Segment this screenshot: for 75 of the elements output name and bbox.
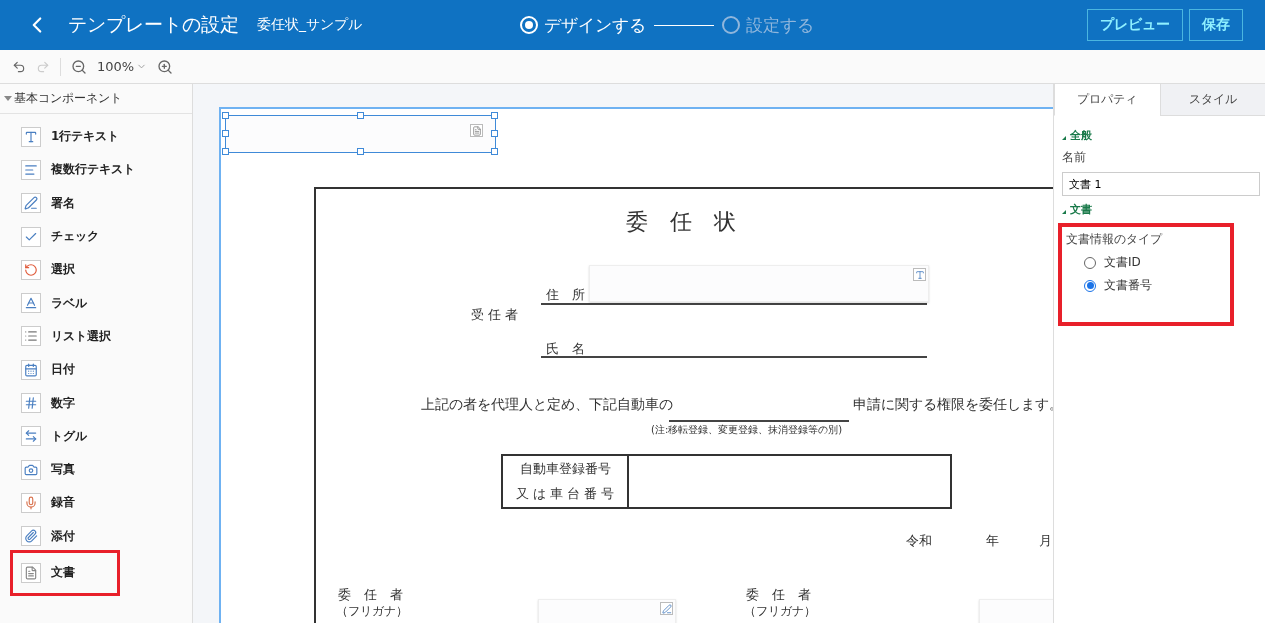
letter-icon xyxy=(21,293,41,314)
name-label: 氏 名 xyxy=(546,340,585,358)
number-icon xyxy=(21,393,41,413)
list-icon xyxy=(21,326,41,347)
pen-icon xyxy=(660,602,673,615)
document-icon xyxy=(21,562,41,583)
component-item[interactable]: 日付 xyxy=(10,353,160,387)
component-item[interactable]: チェック xyxy=(10,219,160,254)
component-item[interactable]: 複数行テキスト xyxy=(10,153,160,187)
checkmark-icon xyxy=(21,226,41,247)
zoom-out-icon[interactable] xyxy=(71,58,87,75)
component-item[interactable]: 署名 xyxy=(10,186,160,220)
component-item[interactable]: 録音 xyxy=(10,486,160,520)
component-item[interactable]: 1行テキスト xyxy=(10,120,160,154)
undo-icon[interactable] xyxy=(12,59,26,74)
radio-option[interactable]: 文書ID xyxy=(1066,254,1222,271)
authorization-text: 申請に関する権限を委任します。 xyxy=(853,396,1053,414)
component-item[interactable]: リスト選択 xyxy=(10,319,160,354)
microphone-icon xyxy=(21,492,41,513)
selected-document-field[interactable] xyxy=(225,115,496,153)
resize-handle[interactable] xyxy=(222,148,229,155)
page-title: テンプレートの設定 xyxy=(68,12,239,37)
panel-tab[interactable]: スタイル xyxy=(1159,84,1265,116)
component-item[interactable]: トグル xyxy=(10,419,160,453)
field-label: 文書情報のタイプ xyxy=(1066,231,1164,248)
resize-handle[interactable] xyxy=(356,148,364,155)
section-header[interactable]: 基本コンポーネント xyxy=(0,84,192,114)
form-field[interactable] xyxy=(589,265,929,302)
arrows-icon xyxy=(21,426,41,447)
component-item[interactable]: 文書 xyxy=(10,549,120,596)
camera-icon xyxy=(21,459,41,480)
resize-handle[interactable] xyxy=(222,130,229,137)
zoom-in-icon[interactable] xyxy=(157,58,174,75)
date-label: 年 xyxy=(986,532,999,550)
component-item[interactable]: 選択 xyxy=(10,253,160,287)
resize-handle[interactable] xyxy=(356,112,364,119)
calendar-icon xyxy=(21,359,41,380)
multiline-text-icon xyxy=(21,159,41,180)
component-item[interactable]: 写真 xyxy=(10,452,160,487)
furigana-label: （フリガナ） xyxy=(744,603,816,620)
date-label: 令和 xyxy=(906,532,932,550)
principal-label: 委 任 者 xyxy=(746,586,811,604)
resize-handle[interactable] xyxy=(222,112,229,119)
document-name: 委任状_サンプル xyxy=(257,16,362,34)
resize-handle[interactable] xyxy=(491,148,498,155)
radio-option[interactable]: 文書番号 xyxy=(1066,277,1222,294)
form-field[interactable] xyxy=(538,599,676,623)
section-header[interactable]: 文書 xyxy=(1062,202,1257,217)
furigana-label: （フリガナ） xyxy=(336,603,408,620)
principal-label: 委 任 者 xyxy=(338,586,403,604)
resize-handle[interactable] xyxy=(491,112,498,119)
address-label: 住 所 xyxy=(546,286,585,304)
component-item[interactable]: ラベル xyxy=(10,286,160,320)
section-header[interactable]: 全般 xyxy=(1062,128,1257,143)
table-label: 又 は 車 台 番 号 xyxy=(515,485,615,504)
resize-handle[interactable] xyxy=(491,130,498,137)
pen-icon xyxy=(21,193,41,214)
document-icon xyxy=(470,124,483,137)
text-field-icon xyxy=(913,268,926,281)
step-label[interactable]: デザインする xyxy=(519,13,646,37)
component-item[interactable]: 数字 xyxy=(10,386,160,420)
paperclip-icon xyxy=(21,526,41,547)
preview-button[interactable]: プレビュー xyxy=(1087,9,1183,41)
field-label: 名前 xyxy=(1062,149,1087,166)
save-button[interactable]: 保存 xyxy=(1189,9,1243,41)
agent-label: 受 任 者 xyxy=(471,306,519,324)
zoom-dropdown[interactable]: 100% xyxy=(97,59,148,74)
name-input[interactable]: 文書 1 xyxy=(1062,172,1260,196)
loop-icon xyxy=(21,259,41,280)
authorization-text: 上記の者を代理人と定め、下記自動車の xyxy=(421,396,673,414)
table-label: 自動車登録番号 xyxy=(519,459,611,478)
note-text: (注:移転登録、変更登録、抹消登録等の別) xyxy=(651,423,843,437)
document-title: 委 任 状 xyxy=(626,208,736,236)
date-label: 月 xyxy=(1039,532,1052,550)
text-field-icon xyxy=(21,126,41,147)
